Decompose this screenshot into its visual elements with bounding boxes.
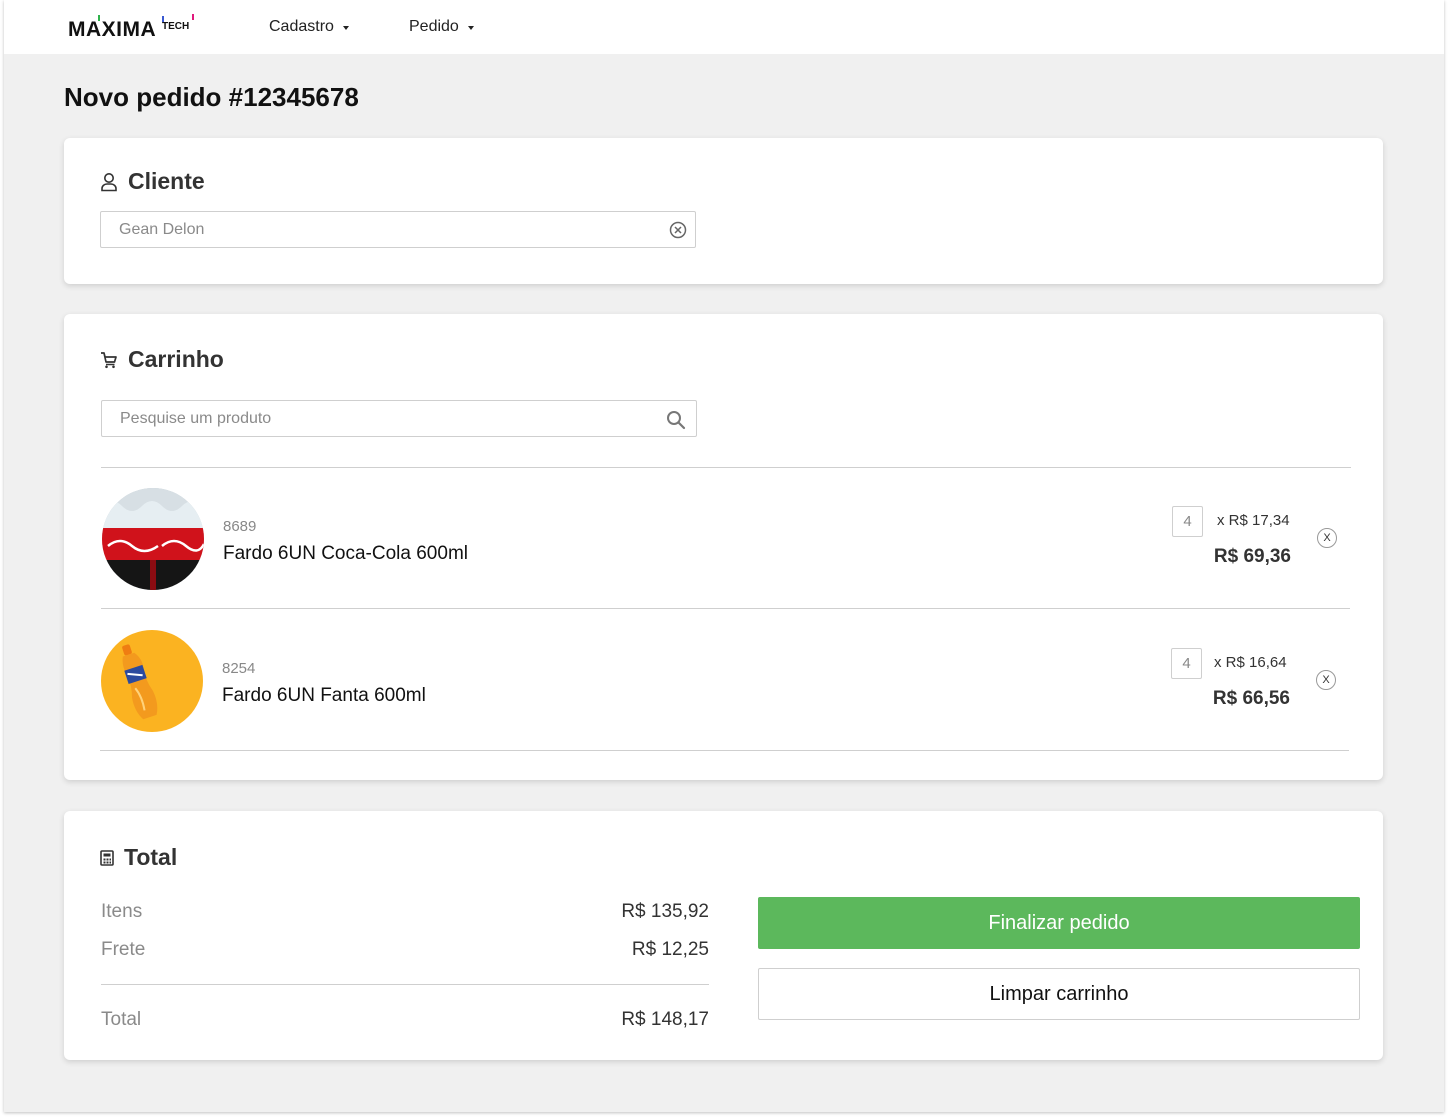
limpar-carrinho-button[interactable]: Limpar carrinho (758, 968, 1360, 1020)
cliente-card: Cliente (64, 138, 1383, 284)
clear-circle-icon[interactable] (669, 221, 687, 239)
search-icon[interactable] (666, 410, 686, 430)
product-search-field[interactable] (101, 400, 697, 437)
page-title: Novo pedido #12345678 (64, 82, 359, 112)
total-value: R$ 148,17 (621, 1009, 709, 1030)
carrinho-header: Carrinho (100, 346, 224, 373)
divider (100, 750, 1349, 751)
cart-icon (101, 351, 117, 368)
product-sku: 8689 (223, 518, 257, 535)
user-icon (101, 172, 117, 191)
product-image-coca-cola (102, 488, 204, 590)
cliente-field[interactable] (100, 211, 696, 248)
line-total: R$ 69,36 (1213, 546, 1291, 567)
divider (101, 467, 1351, 468)
caret-down-icon (342, 26, 349, 30)
divider (101, 984, 709, 985)
remove-item-button[interactable]: X (1317, 528, 1337, 548)
logo-subtext: TECH (162, 21, 190, 32)
carrinho-title: Carrinho (128, 346, 224, 372)
unit-price: x R$ 17,34 (1217, 512, 1290, 529)
finalizar-pedido-button[interactable]: Finalizar pedido (758, 897, 1360, 949)
nav-pedido[interactable]: Pedido (409, 18, 474, 36)
product-name: Fardo 6UN Fanta 600ml (222, 685, 426, 706)
logo-text: MAXIMA (68, 18, 157, 41)
app-window: MAXIMA TECH Cadastro Pedido Novo pedido … (4, 0, 1444, 1112)
product-search-input[interactable] (102, 401, 696, 436)
itens-value: R$ 135,92 (621, 901, 709, 922)
cliente-input[interactable] (101, 212, 695, 247)
quantity-input[interactable]: 4 (1172, 506, 1203, 537)
unit-price: x R$ 16,64 (1214, 654, 1287, 671)
nav-pedido-label: Pedido (409, 18, 459, 35)
nav-cadastro[interactable]: Cadastro (269, 18, 349, 36)
product-name: Fardo 6UN Coca-Cola 600ml (223, 543, 468, 564)
calculator-icon (100, 849, 114, 866)
carrinho-card: Carrinho Pesquise um produto 8689 Fardo … (64, 314, 1383, 780)
top-navbar: MAXIMA TECH Cadastro Pedido (4, 0, 1444, 54)
divider (101, 608, 1350, 609)
cliente-header: Cliente (100, 168, 205, 195)
quantity-input[interactable]: 4 (1171, 648, 1202, 679)
total-card: Total Itens R$ 135,92 Frete R$ 12,25 Tot… (64, 811, 1383, 1060)
total-header: Total (100, 844, 177, 871)
nav-cadastro-label: Cadastro (269, 18, 334, 35)
frete-value: R$ 12,25 (631, 939, 709, 960)
caret-down-icon (467, 26, 474, 30)
product-image-fanta (101, 630, 203, 732)
line-total: R$ 66,56 (1212, 688, 1290, 709)
total-label: Total (101, 1009, 142, 1030)
product-sku: 8254 (222, 660, 256, 677)
total-title: Total (124, 844, 178, 870)
cliente-title: Cliente (128, 168, 205, 194)
itens-label: Itens (101, 901, 143, 922)
frete-label: Frete (101, 939, 146, 960)
remove-item-button[interactable]: X (1316, 670, 1336, 690)
